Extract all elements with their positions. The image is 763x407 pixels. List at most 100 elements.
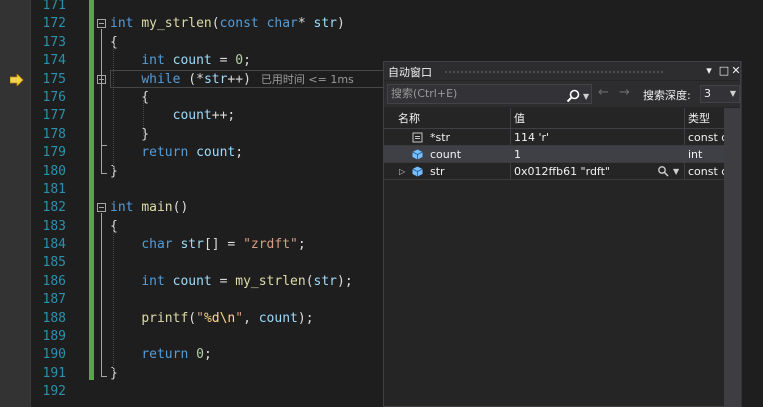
column-header-name[interactable]: 名称 <box>398 108 508 128</box>
autos-title: 自动窗口 <box>388 66 432 79</box>
code-token: str <box>203 71 228 87</box>
chevron-down-icon: ▼ <box>729 89 736 98</box>
code-text[interactable]: printf("%d\n", count); <box>110 310 314 328</box>
code-token: count <box>172 53 212 69</box>
code-token: ; <box>235 145 244 161</box>
code-text[interactable]: count++; <box>110 107 236 125</box>
fold-guide-end <box>101 376 107 377</box>
line-number: 181 <box>42 181 66 197</box>
code-text[interactable]: return 0; <box>110 346 211 364</box>
code-token: ++; <box>211 108 236 124</box>
line-number: 192 <box>42 384 66 400</box>
code-token: int <box>141 53 165 69</box>
visualizer-search-icon[interactable] <box>657 165 669 177</box>
line-number: 188 <box>42 310 66 326</box>
autos-row[interactable]: *str 114 'r' const c... <box>384 129 740 146</box>
line-number: 182 <box>42 200 66 216</box>
code-text[interactable]: char str[] = "zrdft"; <box>110 236 306 254</box>
line-number: 173 <box>42 34 66 50</box>
code-token: () <box>172 200 189 216</box>
grid-header: 名称 值 类型 <box>384 108 740 129</box>
code-token: ; <box>243 53 251 69</box>
line-number: 177 <box>42 108 66 124</box>
code-token: int <box>110 16 134 32</box>
line-number: 184 <box>42 237 66 253</box>
search-forward-icon[interactable]: → <box>619 85 630 100</box>
variable-name: count <box>430 148 462 161</box>
code-token: int <box>110 200 134 216</box>
line-number: 176 <box>42 89 66 105</box>
variable-value[interactable]: 114 'r' <box>514 129 684 145</box>
search-icon[interactable] <box>566 89 580 103</box>
code-token: 0 <box>235 53 244 69</box>
code-text[interactable]: int my_strlen(const char* str) <box>110 15 345 33</box>
code-token: char <box>141 237 173 253</box>
code-token: count <box>172 108 212 124</box>
line-number: 171 <box>42 0 66 13</box>
column-separator <box>684 163 685 179</box>
search-backward-icon[interactable]: ← <box>598 85 609 100</box>
collapse-region-icon[interactable] <box>97 19 106 29</box>
vertical-scrollbar[interactable] <box>724 108 740 406</box>
variable-name: str <box>430 165 445 178</box>
visualizer-dropdown-icon[interactable]: ▼ <box>673 163 679 180</box>
right-edge-panel <box>741 61 763 407</box>
search-depth-label: 搜索深度: <box>643 89 691 102</box>
window-options-icon[interactable]: ▾ <box>702 63 716 79</box>
code-token: ); <box>337 273 353 289</box>
autos-titlebar[interactable]: 自动窗口 ▾ □ ✕ <box>384 62 741 80</box>
code-line[interactable]: 172 int my_strlen(const char* str) <box>0 15 763 33</box>
pointer-field-icon <box>412 132 423 143</box>
code-line[interactable]: 171 <box>0 0 763 15</box>
code-token: str <box>313 16 338 32</box>
collapse-region-icon[interactable] <box>97 203 106 213</box>
code-token: ); <box>297 310 314 326</box>
code-token: " <box>196 310 204 326</box>
autos-row[interactable]: count 1 int <box>384 146 740 163</box>
code-token: my_strlen <box>235 273 306 289</box>
drag-grip[interactable] <box>444 70 664 74</box>
column-resize-handle[interactable] <box>684 108 685 128</box>
indent-guide <box>143 100 144 136</box>
code-text[interactable]: int count = 0; <box>110 52 251 70</box>
line-number: 174 <box>42 53 66 69</box>
scrollbar-track[interactable] <box>728 108 736 406</box>
search-options-dropdown-icon[interactable]: ▼ <box>583 88 589 106</box>
code-text[interactable]: while (*str++) 已用时间 <= 1ms <box>110 71 354 89</box>
indent-guide <box>113 44 114 172</box>
autos-toolbar: 搜索(Ctrl+E) ▼ ← → 搜索深度: 3 ▼ <box>384 81 740 107</box>
code-token: ( <box>211 16 220 32</box>
code-token: ; <box>297 237 306 253</box>
perf-tip[interactable]: 已用时间 <= 1ms <box>261 73 354 86</box>
line-number: 180 <box>42 163 66 179</box>
code-line[interactable]: 173{ <box>0 34 763 52</box>
code-token: main <box>141 200 173 216</box>
line-number: 172 <box>42 16 66 32</box>
code-token: const <box>219 16 259 32</box>
variable-value[interactable]: 1 <box>514 146 684 162</box>
variable-name: *str <box>430 131 451 144</box>
search-depth-select[interactable]: 3 ▼ <box>700 85 740 103</box>
autos-grid: 名称 值 类型 *str 114 'r' const c... count 1 int ▷ s… <box>384 108 740 180</box>
expand-arrow-icon[interactable]: ▷ <box>399 163 405 180</box>
code-token: (* <box>180 71 204 87</box>
search-input[interactable]: 搜索(Ctrl+E) ▼ <box>387 84 592 104</box>
autos-row[interactable]: ▷ str 0x012ffb61 "rdft" const c... ▼ <box>384 163 740 180</box>
grid-rows: *str 114 'r' const c... count 1 int ▷ str 0x012f… <box>384 129 740 180</box>
autos-window[interactable]: 自动窗口 ▾ □ ✕ 搜索(Ctrl+E) ▼ ← → 搜索深度: 3 ▼ 名称… <box>383 61 741 407</box>
indent-guide <box>113 228 114 374</box>
code-text[interactable]: int count = my_strlen(str); <box>110 273 353 291</box>
column-separator <box>510 163 511 179</box>
code-token: return <box>141 347 189 363</box>
column-header-value[interactable]: 值 <box>514 108 684 128</box>
code-token: %d\n <box>203 310 236 326</box>
code-text[interactable]: int main() <box>110 199 188 217</box>
column-resize-handle[interactable] <box>510 108 511 128</box>
code-text[interactable]: return count; <box>110 144 243 162</box>
